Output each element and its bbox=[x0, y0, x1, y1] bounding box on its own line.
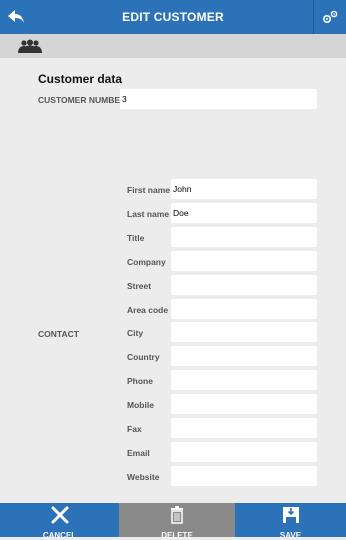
last-name-label: Last name bbox=[127, 209, 170, 219]
last-name-field[interactable]: Doe bbox=[171, 203, 317, 223]
fax-field[interactable] bbox=[171, 418, 317, 438]
fax-label: Fax bbox=[127, 424, 142, 434]
company-label: Company bbox=[127, 257, 166, 267]
country-label: Country bbox=[127, 352, 160, 362]
footer-bar: CANCEL DELETE SAVE bbox=[0, 503, 346, 540]
street-field[interactable] bbox=[171, 275, 317, 295]
delete-label: DELETE bbox=[161, 531, 193, 540]
title-label: Title bbox=[127, 233, 145, 243]
city-label: City bbox=[127, 328, 144, 338]
page-title: EDIT CUSTOMER bbox=[122, 10, 224, 24]
trash-icon bbox=[171, 506, 183, 524]
top-bar: EDIT CUSTOMER bbox=[0, 0, 346, 34]
close-icon bbox=[51, 506, 68, 524]
title-field[interactable] bbox=[171, 227, 317, 247]
sub-header bbox=[0, 34, 346, 58]
cancel-label: CANCEL bbox=[42, 531, 77, 540]
phone-field[interactable] bbox=[171, 370, 317, 390]
delete-button[interactable]: DELETE bbox=[119, 503, 235, 540]
settings-button[interactable] bbox=[313, 0, 346, 34]
save-label: SAVE bbox=[279, 531, 302, 540]
section-title: Customer data bbox=[38, 72, 123, 86]
contact-group-label: CONTACT bbox=[38, 329, 79, 339]
save-icon bbox=[282, 507, 299, 523]
city-field[interactable] bbox=[171, 322, 317, 342]
country-field[interactable] bbox=[171, 346, 317, 366]
street-label: Street bbox=[127, 281, 152, 291]
area-code-field[interactable] bbox=[171, 299, 317, 319]
save-button[interactable]: SAVE bbox=[235, 503, 346, 540]
customer-number-field[interactable]: 3 bbox=[120, 89, 317, 109]
mobile-label: Mobile bbox=[127, 400, 154, 410]
first-name-label: First name bbox=[127, 185, 170, 195]
email-field[interactable] bbox=[171, 442, 317, 462]
gears-icon bbox=[322, 10, 338, 24]
people-icon bbox=[18, 39, 42, 53]
mobile-field[interactable] bbox=[171, 394, 317, 414]
first-name-field[interactable]: John bbox=[171, 179, 317, 199]
email-label: Email bbox=[127, 448, 150, 458]
website-field[interactable] bbox=[171, 466, 317, 486]
area-code-label: Area code bbox=[127, 305, 169, 315]
customer-number-label: CUSTOMER NUMBER bbox=[38, 95, 127, 105]
phone-label: Phone bbox=[127, 376, 153, 386]
cancel-button[interactable]: CANCEL bbox=[0, 503, 119, 540]
website-label: Website bbox=[127, 472, 160, 482]
company-field[interactable] bbox=[171, 251, 317, 271]
